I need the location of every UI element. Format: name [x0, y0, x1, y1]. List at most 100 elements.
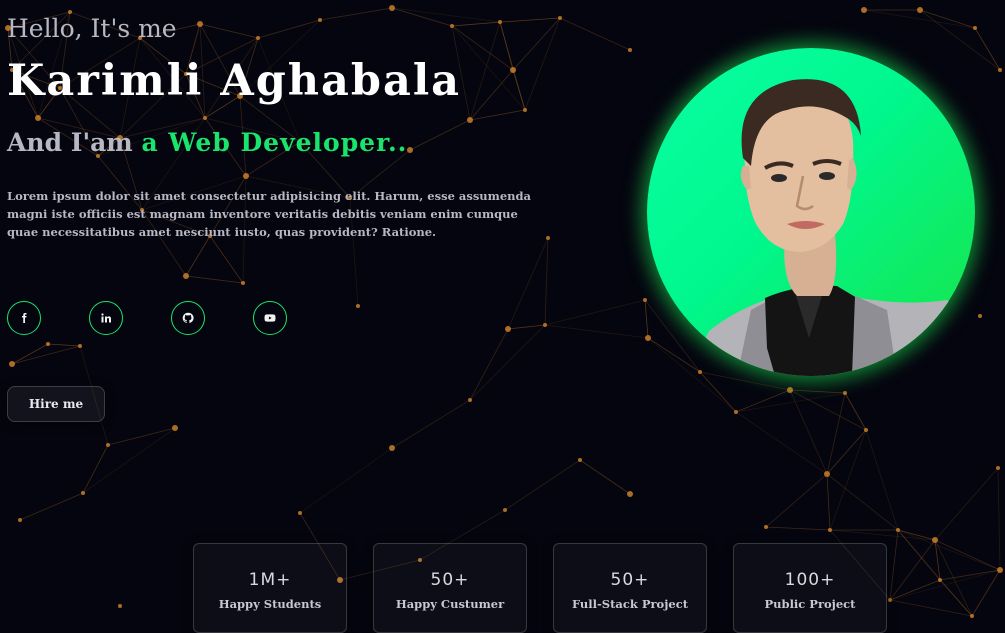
network-line: [409, 119, 471, 151]
network-node: [734, 410, 738, 414]
network-node: [997, 567, 1003, 573]
github-icon: [182, 312, 194, 324]
network-line: [559, 17, 631, 51]
network-node: [468, 398, 472, 402]
youtube-icon: [264, 314, 276, 322]
network-node: [970, 614, 974, 618]
network-node: [467, 117, 473, 123]
network-line: [499, 17, 561, 23]
youtube-link[interactable]: [253, 301, 287, 335]
profile-portrait: [647, 48, 975, 376]
network-line: [504, 459, 581, 511]
network-node: [861, 7, 867, 13]
facebook-icon: [22, 313, 27, 323]
network-node: [628, 48, 632, 52]
social-links: [7, 301, 287, 335]
facebook-link[interactable]: [7, 301, 41, 335]
network-node: [643, 298, 647, 302]
network-node: [978, 314, 982, 318]
network-line: [299, 447, 393, 514]
network-line: [997, 467, 1001, 571]
network-node: [698, 370, 702, 374]
network-node: [46, 342, 50, 346]
stat-value: 50+: [610, 570, 650, 590]
network-line: [82, 444, 109, 494]
network-node: [389, 445, 395, 451]
network-node: [996, 466, 1000, 470]
network-line: [644, 299, 649, 339]
network-line: [47, 343, 81, 347]
network-node: [256, 36, 260, 40]
network-node: [9, 361, 15, 367]
network-line: [919, 9, 976, 29]
stat-card: 100+ Public Project: [733, 543, 887, 633]
network-line: [469, 109, 526, 121]
role-highlight: a Web Developer..: [141, 128, 408, 157]
network-line: [974, 27, 1001, 71]
network-node: [896, 528, 900, 532]
network-line: [391, 7, 501, 23]
network-line: [826, 473, 831, 531]
network-line: [319, 7, 393, 21]
network-node: [407, 147, 413, 153]
network-line: [919, 9, 1001, 71]
network-node: [81, 491, 85, 495]
network-node: [998, 68, 1002, 72]
network-node: [318, 18, 322, 22]
stat-label: Happy Custumer: [395, 597, 505, 611]
network-node: [843, 391, 847, 395]
network-node: [356, 304, 360, 308]
network-node: [824, 471, 830, 477]
network-line: [512, 69, 526, 111]
network-node: [35, 115, 41, 121]
role-prefix: And I'am: [7, 128, 142, 157]
hire-me-button[interactable]: Hire me: [7, 386, 105, 422]
network-line: [544, 324, 649, 339]
network-line: [209, 235, 244, 284]
network-node: [558, 16, 562, 20]
network-line: [889, 569, 1001, 601]
network-node: [543, 323, 547, 327]
greeting-text: Hello, It's me: [7, 14, 177, 43]
network-node: [203, 116, 207, 120]
network-node: [18, 518, 22, 522]
network-node: [197, 21, 203, 27]
network-node: [118, 604, 122, 608]
network-node: [298, 511, 302, 515]
network-line: [826, 473, 899, 531]
network-line: [82, 427, 176, 494]
network-line: [469, 21, 501, 121]
linkedin-link[interactable]: [89, 301, 123, 335]
stat-label: Public Project: [764, 597, 856, 611]
network-line: [507, 237, 549, 330]
intro-paragraph: Lorem ipsum dolor sit amet consectetur a…: [7, 189, 531, 239]
network-node: [503, 508, 507, 512]
network-node: [764, 525, 768, 529]
network-line: [826, 392, 846, 475]
stat-value: 1M+: [248, 570, 292, 590]
network-node: [973, 26, 977, 30]
network-node: [917, 7, 923, 13]
network-node: [498, 20, 502, 24]
network-line: [524, 17, 561, 111]
network-node: [932, 537, 938, 543]
network-line: [391, 399, 471, 449]
network-line: [469, 324, 546, 401]
network-node: [243, 173, 249, 179]
network-line: [647, 337, 701, 373]
network-line: [826, 429, 867, 475]
network-node: [505, 326, 511, 332]
network-line: [507, 324, 546, 330]
github-link[interactable]: [171, 301, 205, 335]
network-node: [78, 344, 82, 348]
network-line: [789, 389, 846, 394]
stat-value: 100+: [784, 570, 836, 590]
network-line: [469, 69, 514, 121]
network-line: [735, 392, 846, 413]
network-line: [865, 429, 899, 531]
network-node: [864, 428, 868, 432]
network-node: [578, 458, 582, 462]
network-node: [183, 273, 189, 279]
network-line: [544, 237, 549, 326]
network-node: [828, 528, 832, 532]
